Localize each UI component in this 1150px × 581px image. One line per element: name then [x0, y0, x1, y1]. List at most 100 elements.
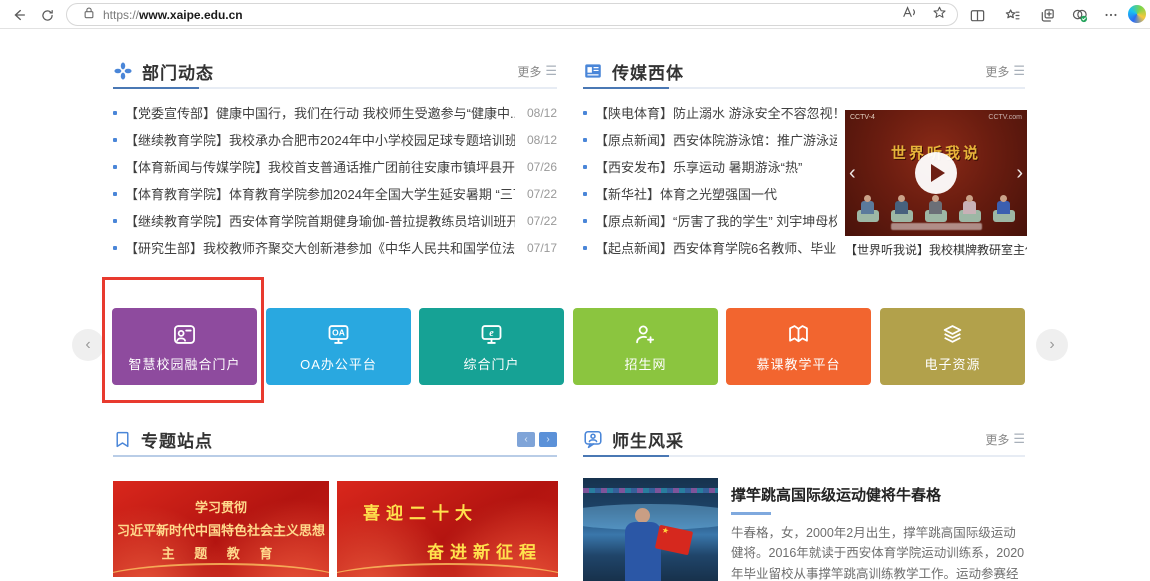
news-item[interactable]: 【原点新闻】“厉害了我的学生” 刘宇坤母校...: [583, 207, 837, 234]
tiles-prev-button[interactable]: ‹: [72, 329, 104, 361]
person-speech-bubble-icon: [583, 429, 603, 449]
dept-news-title: 部门动态: [142, 59, 214, 84]
media-divider: [583, 87, 1025, 89]
news-item[interactable]: 【西安发布】乐享运动 暑期游泳“热”: [583, 153, 837, 180]
collections-button[interactable]: [1036, 4, 1058, 26]
list-icon: ☰: [1013, 63, 1025, 79]
split-screen-button[interactable]: [966, 4, 988, 26]
dept-news-divider: [113, 87, 557, 89]
article-body: 牛春格，女，2000年2月出生，撑竿跳高国际级运动健将。2016年就读于西安体育…: [731, 523, 1027, 581]
refresh-icon: [40, 8, 55, 23]
topics-pager: ‹ ›: [517, 432, 557, 447]
topics-prev-button[interactable]: ‹: [517, 432, 535, 447]
url-text[interactable]: https://www.xaipe.edu.cn: [103, 8, 243, 22]
tiles-next-button[interactable]: ›: [1036, 329, 1068, 361]
topics-next-button[interactable]: ›: [539, 432, 557, 447]
topics-divider: [113, 455, 557, 457]
news-item[interactable]: 【继续教育学院】西安体育学院首期健身瑜伽-普拉提教练员培训班开班...07/22: [113, 207, 557, 234]
person-figure: [925, 196, 947, 222]
article-rule: [731, 512, 771, 515]
more-dots-icon: [1103, 7, 1119, 23]
tile-mooc-platform[interactable]: 慕课教学平台: [726, 308, 871, 385]
settings-more-button[interactable]: [1100, 4, 1122, 26]
athlete-figure: [625, 522, 661, 581]
play-button[interactable]: [915, 152, 957, 194]
stadium-lights: [583, 488, 718, 493]
news-item[interactable]: 【原点新闻】西安体院游泳馆：推广游泳运动 ...: [583, 126, 837, 153]
tile-oa-office[interactable]: OA OA办公平台: [266, 308, 411, 385]
banner-decoration: [337, 563, 558, 577]
favorite-star-icon[interactable]: [932, 5, 947, 25]
bookmark-icon: [113, 430, 132, 449]
browser-toolbar: https://www.xaipe.edu.cn: [0, 0, 1150, 29]
news-item[interactable]: 【党委宣传部】健康中国行，我们在行动 我校师生受邀参与“健康中...08/12: [113, 99, 557, 126]
browser-window: https://www.xaipe.edu.cn: [0, 0, 1150, 581]
back-button[interactable]: [8, 4, 30, 26]
video-prev-icon[interactable]: ‹: [849, 163, 856, 183]
athlete-photo[interactable]: [583, 478, 718, 581]
dept-news-header: 部门动态 更多☰: [113, 54, 557, 88]
back-arrow-icon: [11, 7, 27, 23]
dept-news-more[interactable]: 更多☰: [517, 63, 557, 80]
person-figure: [857, 196, 879, 222]
layers-icon: [939, 321, 966, 348]
read-aloud-icon[interactable]: [902, 5, 918, 24]
news-item[interactable]: 【新华社】体育之光塑强国一代: [583, 180, 837, 207]
list-icon: ☰: [1013, 431, 1025, 447]
banner-20th-congress[interactable]: 喜迎二十大 奋进新征程: [337, 481, 558, 577]
athlete-figure: [635, 508, 650, 523]
news-item[interactable]: 【陕电体育】防止溺水 游泳安全不容忽视！#...: [583, 99, 837, 126]
news-item[interactable]: 【体育教育学院】体育教育学院参加2024年全国大学生延安暑期 “三下...07/…: [113, 180, 557, 207]
copilot-icon[interactable]: [1128, 5, 1146, 23]
collections-icon: [1039, 7, 1056, 24]
newspaper-icon: [583, 61, 603, 81]
people-header: 师生风采 更多☰: [583, 422, 1025, 456]
person-figure: [993, 196, 1015, 222]
news-item[interactable]: 【起点新闻】西安体育学院6名教师、毕业生征...: [583, 234, 837, 261]
tv-watermark: CCTV.com: [988, 114, 1022, 121]
topics-header: 专题站点 ‹ ›: [113, 422, 557, 456]
pinwheel-icon: [113, 61, 133, 81]
person-figure: [959, 196, 981, 222]
person-figure: [891, 196, 913, 222]
browser-monitor-icon: e: [478, 321, 505, 348]
tile-admissions[interactable]: 招生网: [573, 308, 718, 385]
video-next-icon[interactable]: ›: [1016, 163, 1023, 183]
people-title: 师生风采: [612, 427, 684, 452]
people-divider: [583, 455, 1025, 457]
news-item[interactable]: 【研究生部】我校教师齐聚交大创新港参加《中华人民共和国学位法...07/17: [113, 234, 557, 261]
dept-news-list: 【党委宣传部】健康中国行，我们在行动 我校师生受邀参与“健康中...08/12 …: [113, 99, 557, 261]
tile-smart-campus-portal[interactable]: 智慧校园融合门户: [112, 308, 257, 385]
list-icon: ☰: [545, 63, 557, 79]
banner-theme-education[interactable]: 学习贯彻 习近平新时代中国特色社会主义思想 主 题 教 育: [113, 481, 329, 577]
banner-decoration: [113, 563, 329, 577]
athlete-article: 撑竿跳高国际级运动健将牛春格 牛春格，女，2000年2月出生，撑竿跳高国际级运动…: [731, 484, 1027, 581]
news-item[interactable]: 【继续教育学院】我校承办合肥市2024年中小学校园足球专题培训班08/12: [113, 126, 557, 153]
favorites-list-icon: [1004, 7, 1021, 24]
browser-essentials-button[interactable]: [1069, 4, 1091, 26]
video-thumbnail[interactable]: CCTV-4 CCTV.com 世界听我说 ‹ ›: [845, 110, 1027, 236]
favorites-list-button[interactable]: [1001, 4, 1023, 26]
people-more[interactable]: 更多☰: [985, 431, 1025, 448]
video-caption[interactable]: 【世界听我说】我校棋牌教研室主任李...: [845, 241, 1027, 258]
browser-essentials-icon: [1071, 7, 1089, 24]
subtitle-bar: [891, 223, 982, 230]
oa-monitor-icon: OA: [325, 321, 352, 348]
svg-text:e: e: [489, 328, 494, 339]
media-title: 传媒西体: [612, 59, 684, 84]
svg-text:OA: OA: [332, 327, 345, 337]
open-book-icon: [785, 321, 812, 348]
media-header: 传媒西体 更多☰: [583, 54, 1025, 88]
address-bar[interactable]: https://www.xaipe.edu.cn: [66, 3, 958, 26]
media-more[interactable]: 更多☰: [985, 63, 1025, 80]
topics-title: 专题站点: [141, 427, 213, 452]
person-plus-icon: [632, 321, 659, 348]
lock-icon: [83, 6, 95, 24]
refresh-button[interactable]: [36, 4, 58, 26]
tile-e-resources[interactable]: 电子资源: [880, 308, 1025, 385]
tile-portal[interactable]: e 综合门户: [419, 308, 564, 385]
stage-people: [857, 192, 1015, 222]
news-item[interactable]: 【体育新闻与传媒学院】我校首支普通话推广团前往安康市镇坪县开展“推普助...07…: [113, 153, 557, 180]
article-title[interactable]: 撑竿跳高国际级运动健将牛春格: [731, 484, 1027, 505]
tv-channel-label: CCTV-4: [850, 114, 875, 121]
